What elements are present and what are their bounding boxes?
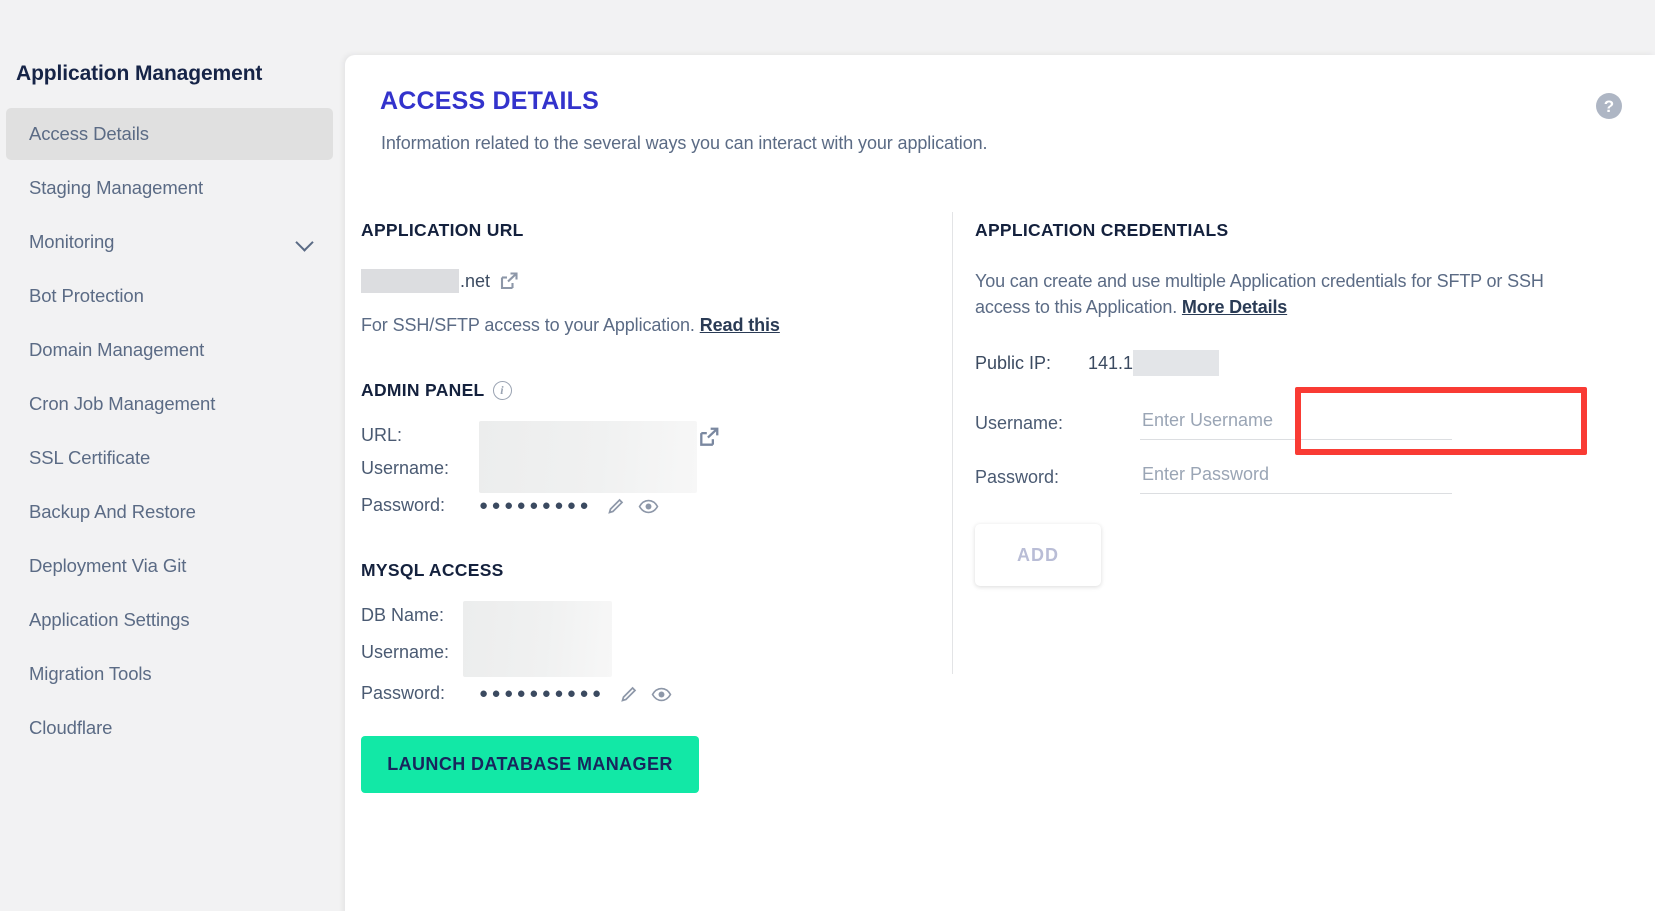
credential-password-input[interactable] bbox=[1140, 462, 1452, 494]
access-details-page: Application Management Access Details Sta… bbox=[0, 0, 1655, 911]
mysql-username-label: Username: bbox=[361, 642, 450, 662]
sidebar-item-label: SSL Certificate bbox=[29, 447, 151, 468]
more-details-link[interactable]: More Details bbox=[1182, 297, 1287, 317]
eye-reveal-icon[interactable] bbox=[651, 684, 673, 706]
public-ip-redaction bbox=[1133, 350, 1220, 376]
credential-username-input[interactable] bbox=[1140, 408, 1452, 440]
sidebar-item-label: Cron Job Management bbox=[29, 393, 216, 414]
sidebar-item-label: Staging Management bbox=[29, 177, 204, 198]
application-credentials-heading: APPLICATION CREDENTIALS bbox=[975, 220, 1595, 241]
sidebar-item-backup-and-restore[interactable]: Backup And Restore bbox=[6, 486, 333, 538]
launch-database-manager-button[interactable]: LAUNCH DATABASE MANAGER bbox=[361, 736, 699, 793]
sidebar-item-label: Cloudflare bbox=[29, 717, 113, 738]
left-column: APPLICATION URL .net For SSH/SFTP access… bbox=[361, 220, 951, 793]
sidebar-item-monitoring[interactable]: Monitoring bbox=[6, 216, 333, 268]
credential-password-label: Password: bbox=[975, 467, 1060, 487]
credential-username-label: Username: bbox=[975, 413, 1064, 433]
mysql-db-name-label: DB Name: bbox=[361, 605, 445, 625]
help-question-icon[interactable]: ? bbox=[1596, 93, 1622, 119]
public-ip-label: Public IP: bbox=[975, 352, 1052, 373]
mysql-username-row: Username: bbox=[361, 636, 951, 669]
sidebar-item-ssl-certificate[interactable]: SSL Certificate bbox=[6, 432, 333, 484]
admin-panel-fields: URL: / bbox=[361, 419, 951, 522]
add-credential-button[interactable]: ADD bbox=[975, 524, 1101, 586]
sidebar-item-label: Backup And Restore bbox=[29, 501, 196, 522]
ssh-sftp-note: For SSH/SFTP access to your Application.… bbox=[361, 315, 951, 336]
sidebar-nav-list: Access Details Staging Management Monitori… bbox=[0, 108, 345, 754]
application-url-heading: APPLICATION URL bbox=[361, 220, 951, 241]
application-url-redaction bbox=[361, 269, 459, 293]
read-this-link[interactable]: Read this bbox=[700, 315, 780, 335]
sidebar: Application Management Access Details Sta… bbox=[0, 0, 345, 911]
sidebar-item-access-details[interactable]: Access Details bbox=[6, 108, 333, 160]
page-title: ACCESS DETAILS bbox=[380, 87, 600, 115]
ssh-sftp-note-text: For SSH/SFTP access to your Application. bbox=[361, 315, 695, 335]
external-link-icon[interactable] bbox=[499, 271, 519, 291]
admin-panel-heading: ADMIN PANEL i bbox=[361, 380, 951, 401]
info-circle-icon[interactable]: i bbox=[492, 381, 512, 400]
mysql-password-label: Password: bbox=[361, 683, 446, 703]
pencil-edit-icon[interactable] bbox=[619, 684, 641, 706]
admin-panel-url-label: URL: bbox=[361, 425, 403, 445]
sidebar-item-domain-management[interactable]: Domain Management bbox=[6, 324, 333, 376]
mysql-db-name-row: DB Name: bbox=[361, 599, 951, 632]
sidebar-item-label: Deployment Via Git bbox=[29, 555, 187, 576]
sidebar-item-bot-protection[interactable]: Bot Protection bbox=[6, 270, 333, 322]
sidebar-item-application-settings[interactable]: Application Settings bbox=[6, 594, 333, 646]
sidebar-item-label: Access Details bbox=[29, 123, 149, 144]
sidebar-title: Application Management bbox=[16, 62, 263, 85]
application-url-heading-label: APPLICATION URL bbox=[361, 220, 524, 240]
application-credentials-heading-label: APPLICATION CREDENTIALS bbox=[975, 220, 1229, 240]
sidebar-item-cloudflare[interactable]: Cloudflare bbox=[6, 702, 333, 754]
sidebar-item-deployment-via-git[interactable]: Deployment Via Git bbox=[6, 540, 333, 592]
right-column: APPLICATION CREDENTIALS You can create a… bbox=[975, 220, 1595, 586]
sidebar-item-migration-tools[interactable]: Migration Tools bbox=[6, 648, 333, 700]
mysql-access-redaction bbox=[463, 601, 612, 677]
external-link-icon[interactable] bbox=[698, 426, 719, 446]
access-details-card: ACCESS DETAILS Information related to th… bbox=[345, 55, 1655, 911]
sidebar-item-cron-job-management[interactable]: Cron Job Management bbox=[6, 378, 333, 430]
mysql-access-fields: DB Name: Username: Password: ●●●●●●●●●● bbox=[361, 599, 951, 710]
application-url-row: .net bbox=[361, 269, 951, 293]
admin-panel-password-row: Password: ●●●●●●●●● bbox=[361, 489, 951, 522]
mysql-access-heading: MYSQL ACCESS bbox=[361, 560, 951, 581]
sidebar-item-label: Monitoring bbox=[29, 231, 115, 252]
application-url-suffix: .net bbox=[460, 270, 491, 291]
eye-reveal-icon[interactable] bbox=[638, 496, 660, 518]
sidebar-item-label: Application Settings bbox=[29, 609, 190, 630]
public-ip-value: 141.1 bbox=[1088, 352, 1134, 373]
credential-username-row: Username: bbox=[975, 408, 1595, 440]
sidebar-item-label: Domain Management bbox=[29, 339, 205, 360]
application-credentials-description: You can create and use multiple Applicat… bbox=[975, 268, 1555, 320]
admin-panel-password-label: Password: bbox=[361, 495, 446, 515]
mysql-password-masked: ●●●●●●●●●● bbox=[479, 685, 605, 702]
mysql-access-heading-label: MYSQL ACCESS bbox=[361, 560, 504, 580]
application-url-section: APPLICATION URL .net For SSH/SFTP access… bbox=[361, 220, 951, 336]
admin-panel-redaction bbox=[479, 421, 697, 493]
public-ip-row: Public IP: 141.1 bbox=[975, 350, 1595, 376]
mysql-access-section: MYSQL ACCESS DB Name: Username: Password… bbox=[361, 560, 951, 793]
page-subtitle: Information related to the several ways … bbox=[381, 133, 988, 153]
mysql-password-row: Password: ●●●●●●●●●● bbox=[361, 677, 951, 710]
admin-panel-section: ADMIN PANEL i URL: / bbox=[361, 380, 951, 522]
admin-panel-password-masked: ●●●●●●●●● bbox=[479, 497, 593, 514]
sidebar-item-staging-management[interactable]: Staging Management bbox=[6, 162, 333, 214]
admin-panel-heading-label: ADMIN PANEL bbox=[361, 380, 485, 400]
column-divider bbox=[952, 212, 953, 674]
admin-panel-username-label: Username: bbox=[361, 458, 450, 478]
credential-password-row: Password: bbox=[975, 462, 1595, 494]
sidebar-item-label: Migration Tools bbox=[29, 663, 152, 684]
sidebar-item-label: Bot Protection bbox=[29, 285, 144, 306]
chevron-down-icon[interactable] bbox=[297, 234, 313, 250]
pencil-edit-icon[interactable] bbox=[606, 496, 628, 518]
